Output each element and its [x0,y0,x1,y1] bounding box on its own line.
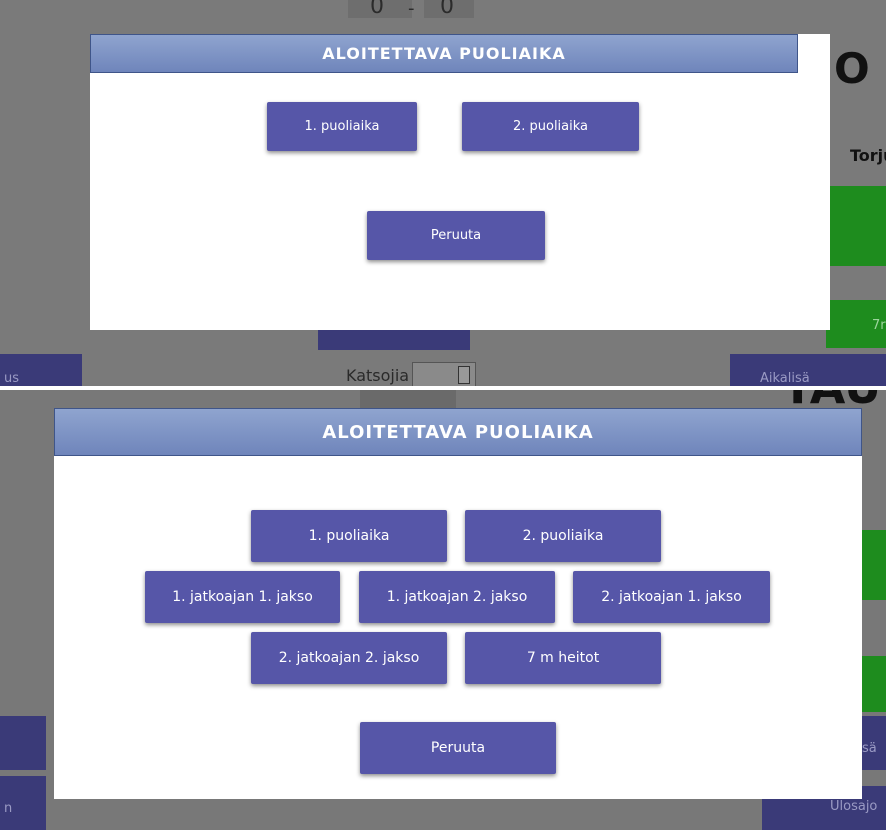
second-half-button[interactable]: 2. puoliaika [462,102,639,151]
first-half-button[interactable]: 1. puoliaika [251,510,447,562]
seven-meter-shootout-button[interactable]: 7 m heitot [465,632,661,684]
left-bg-button-bottom: n [0,776,46,830]
dialog-header: ALOITETTAVA PUOLIAIKA [90,34,798,73]
dialog-title: ALOITETTAVA PUOLIAIKA [322,421,594,443]
dialog-title: ALOITETTAVA PUOLIAIKA [322,44,566,63]
timeout-bg-button: Aikalisä [730,354,886,386]
half-select-dialog: ALOITETTAVA PUOLIAIKA 1. puoliaika 2. pu… [90,34,830,330]
left-bg-button: us [0,354,82,386]
score-separator: - [408,0,415,19]
score-away: 0 [440,0,454,19]
overtime-2-period-2-button[interactable]: 2. jatkoajan 2. jakso [251,632,447,684]
left-bg-button-top [0,716,46,770]
half-select-dialog: ALOITETTAVA PUOLIAIKA 1. puoliaika 2. pu… [54,408,862,799]
spectators-spinner-icon [458,366,470,384]
overtime-1-period-2-button[interactable]: 1. jatkoajan 2. jakso [359,571,555,623]
goal-button-bg [826,186,886,266]
timeout-bg-button-label: Aikalisä [760,371,810,386]
left-bg-button-label: n [4,801,13,816]
overtime-2-period-1-button[interactable]: 2. jatkoajan 1. jakso [573,571,770,623]
cancel-button[interactable]: Peruuta [367,211,545,260]
cancel-button[interactable]: Peruuta [360,722,556,774]
goalkeeper-label: Torju [850,146,886,165]
first-half-button[interactable]: 1. puoliaika [267,102,417,151]
right-bg-button-bottom-label: Ulosajo [830,799,878,814]
dialog-header: ALOITETTAVA PUOLIAIKA [54,408,862,456]
spectators-label: Katsojia [346,366,410,385]
page-title-fragment: O I [834,44,886,93]
score-home: 0 [370,0,384,19]
screenshot-bottom: TAU n sä Ulosajo ALOITETTAVA PUOLIAIKA 1… [0,390,886,830]
screenshot-top: 0 - 0 O I Torju 7r us Katsojia Aikalisä … [0,0,886,386]
left-bg-button-label: us [4,371,20,386]
second-half-button[interactable]: 2. puoliaika [465,510,661,562]
seven-meter-button-label: 7r [872,318,886,333]
score-box [360,390,456,410]
right-bg-button-top-label: sä [862,741,877,756]
overtime-1-period-1-button[interactable]: 1. jatkoajan 1. jakso [145,571,340,623]
